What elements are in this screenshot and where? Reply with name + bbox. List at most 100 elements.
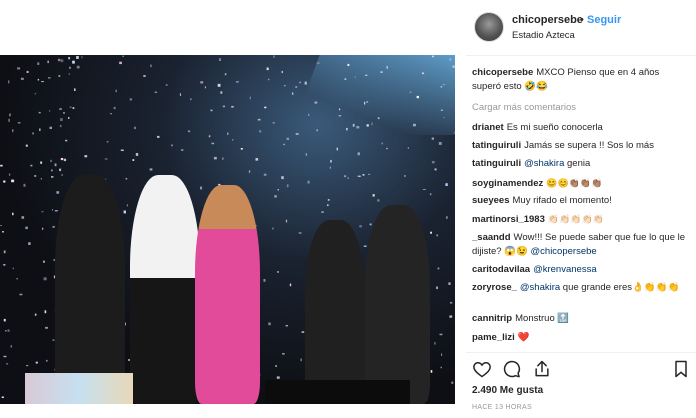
confetti-piece bbox=[337, 148, 338, 151]
comment-username[interactable]: pame_lizi bbox=[472, 332, 515, 343]
confetti-piece bbox=[22, 216, 25, 219]
confetti-piece bbox=[284, 85, 286, 86]
confetti-piece bbox=[275, 365, 276, 367]
confetti-piece bbox=[346, 128, 348, 130]
comment-text: 😊😊👏🏽👏🏽👏🏽 bbox=[546, 178, 602, 188]
comment-mention[interactable]: @shakira bbox=[520, 282, 560, 293]
comment-username[interactable]: drianet bbox=[472, 122, 504, 133]
confetti-piece bbox=[286, 220, 287, 223]
comment-username[interactable]: tatinguiruli bbox=[472, 140, 521, 151]
confetti-piece bbox=[52, 209, 53, 210]
confetti-piece bbox=[358, 152, 360, 155]
comment-username[interactable]: soyginamendez bbox=[472, 178, 543, 189]
confetti-piece bbox=[378, 117, 380, 119]
confetti-piece bbox=[61, 175, 63, 176]
confetti-piece bbox=[450, 58, 452, 60]
comment-username[interactable]: tatinguiruli bbox=[472, 158, 521, 169]
confetti-piece bbox=[299, 82, 301, 84]
comment-mention[interactable]: @shakira bbox=[524, 158, 564, 169]
confetti-piece bbox=[328, 199, 330, 201]
heart-icon[interactable] bbox=[472, 359, 492, 379]
comment-mention[interactable]: @krenvanessa bbox=[533, 264, 597, 275]
confetti-piece bbox=[282, 353, 285, 355]
confetti-piece bbox=[439, 142, 442, 145]
confetti-piece bbox=[45, 327, 48, 329]
comment-username[interactable]: _saandd bbox=[472, 232, 511, 243]
comment-icon[interactable] bbox=[502, 359, 522, 379]
confetti-piece bbox=[155, 92, 157, 93]
confetti-piece bbox=[264, 279, 266, 282]
confetti-piece bbox=[296, 133, 299, 135]
confetti-piece bbox=[61, 158, 63, 160]
confetti-piece bbox=[441, 353, 442, 356]
comment-username[interactable]: martinorsi_1983 bbox=[472, 214, 545, 225]
comment-item: martinorsi_1983👏🏻👏🏻👏🏻👏🏻👏🏻 bbox=[472, 212, 690, 227]
confetti-piece bbox=[9, 114, 11, 117]
confetti-piece bbox=[306, 153, 307, 156]
confetti-piece bbox=[417, 96, 419, 98]
confetti-piece bbox=[19, 294, 22, 296]
confetti-piece bbox=[69, 74, 70, 75]
comment-text: Jamás se supera !! Sos lo más bbox=[524, 140, 654, 151]
comment-item: drianetEs mi sueño conocerla bbox=[472, 121, 690, 135]
stage-gift-box bbox=[25, 373, 133, 404]
confetti-piece bbox=[212, 143, 215, 145]
comment-item: tatinguiruliJamás se supera !! Sos lo má… bbox=[472, 139, 690, 153]
confetti-piece bbox=[264, 107, 266, 109]
comment-mention[interactable]: @chicopersebe bbox=[531, 246, 597, 257]
confetti-piece bbox=[60, 125, 62, 127]
confetti-piece bbox=[26, 365, 28, 366]
caption-username[interactable]: chicopersebe bbox=[472, 67, 533, 78]
likes-count[interactable]: 2.490 Me gusta bbox=[472, 385, 543, 396]
confetti-piece bbox=[241, 148, 243, 150]
follow-button[interactable]: Seguir bbox=[587, 14, 621, 26]
confetti-piece bbox=[119, 62, 122, 64]
comment-item: pame_lizi❤️ bbox=[472, 331, 690, 345]
confetti-piece bbox=[17, 278, 18, 279]
load-more-comments[interactable]: Cargar más comentarios bbox=[472, 101, 576, 115]
post-timestamp: HACE 13 HORAS bbox=[472, 404, 532, 411]
share-icon[interactable] bbox=[532, 359, 552, 379]
confetti-piece bbox=[272, 228, 273, 230]
comment-username[interactable]: cannitrip bbox=[472, 313, 512, 324]
confetti-piece bbox=[26, 145, 28, 147]
confetti-piece bbox=[438, 268, 440, 270]
confetti-piece bbox=[58, 75, 60, 76]
confetti-piece bbox=[295, 86, 297, 87]
confetti-piece bbox=[370, 224, 372, 226]
comment-username[interactable]: zoryrose_ bbox=[472, 282, 517, 293]
confetti-piece bbox=[449, 315, 452, 317]
header-username[interactable]: chicopersebe bbox=[512, 14, 583, 26]
confetti-piece bbox=[413, 124, 416, 127]
confetti-piece bbox=[363, 174, 365, 176]
location-link[interactable]: Estadio Azteca bbox=[512, 30, 575, 41]
confetti-piece bbox=[135, 127, 136, 129]
confetti-piece bbox=[5, 330, 6, 331]
avatar[interactable] bbox=[474, 12, 504, 42]
confetti-piece bbox=[8, 80, 9, 83]
confetti-piece bbox=[76, 56, 79, 59]
confetti-piece bbox=[278, 189, 279, 190]
post-image[interactable] bbox=[0, 55, 455, 404]
confetti-piece bbox=[299, 232, 302, 234]
comment-username[interactable]: caritodavilaa bbox=[472, 264, 530, 275]
confetti-piece bbox=[259, 130, 261, 132]
confetti-piece bbox=[315, 102, 318, 104]
confetti-piece bbox=[382, 143, 384, 145]
bookmark-icon[interactable] bbox=[671, 359, 691, 379]
comment-text: Es mi sueño conocerla bbox=[507, 122, 603, 133]
confetti-piece bbox=[13, 268, 14, 270]
confetti-piece bbox=[330, 160, 332, 163]
confetti-piece bbox=[65, 140, 67, 142]
confetti-piece bbox=[359, 225, 362, 227]
comment-username[interactable]: sueyees bbox=[472, 195, 510, 206]
confetti-piece bbox=[308, 181, 310, 184]
confetti-piece bbox=[430, 193, 432, 195]
confetti-piece bbox=[209, 135, 211, 137]
confetti-piece bbox=[256, 158, 259, 161]
confetti-piece bbox=[42, 228, 43, 230]
confetti-piece bbox=[37, 62, 39, 65]
confetti-piece bbox=[82, 56, 83, 59]
confetti-piece bbox=[35, 93, 36, 94]
confetti-piece bbox=[3, 264, 5, 265]
